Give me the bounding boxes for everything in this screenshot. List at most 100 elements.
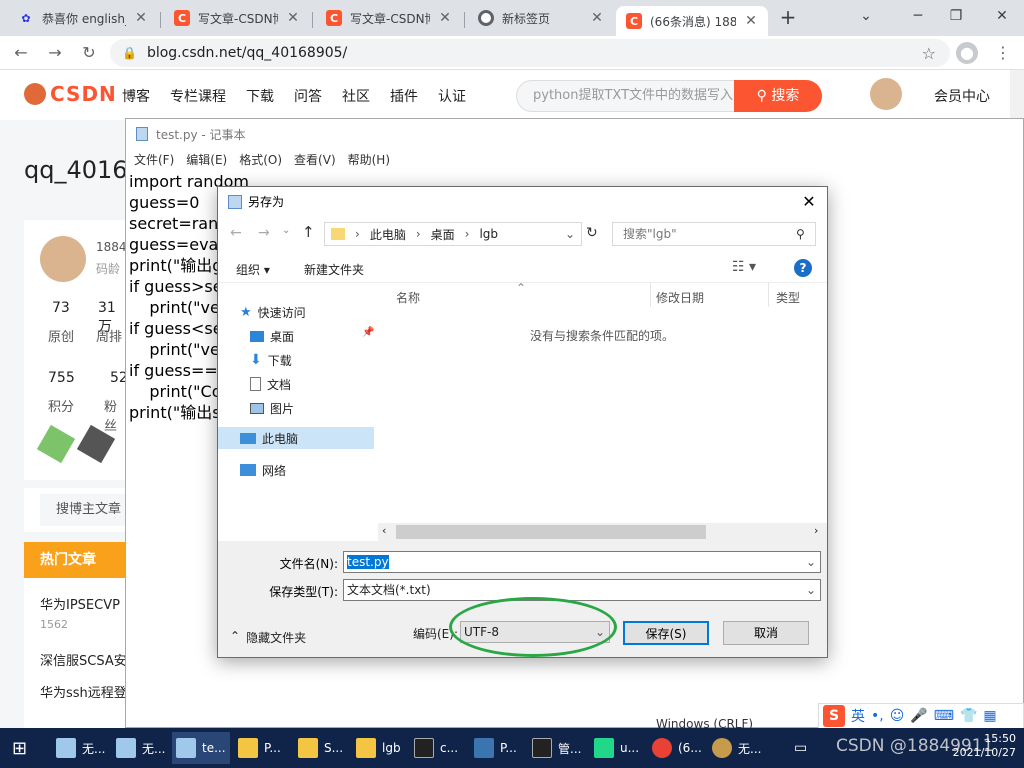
close-tab-icon[interactable]: ✕ (590, 10, 604, 26)
grid-icon[interactable]: ▦ (983, 708, 996, 724)
up-arrow-icon[interactable]: ↑ (302, 223, 315, 241)
help-icon[interactable]: ? (794, 259, 812, 277)
author-search-input[interactable]: 搜博主文章 (40, 494, 125, 526)
mic-icon[interactable]: 🎤 (910, 708, 927, 724)
minimize-button[interactable]: ─ (900, 4, 936, 28)
shirt-icon[interactable]: 👕 (960, 708, 977, 724)
hide-folders-toggle[interactable]: ⌃ 隐藏文件夹 (230, 629, 306, 646)
hot-article-link[interactable]: 华为ssh远程登 (40, 682, 127, 701)
file-list[interactable]: 名称 ⌃ 修改日期 类型 没有与搜索条件匹配的项。 (378, 281, 827, 541)
save-button[interactable]: 保存(S) (623, 621, 709, 645)
forward-button[interactable]: → (42, 40, 68, 66)
back-arrow-icon[interactable]: ← (230, 225, 242, 241)
punctuation-icon[interactable]: •, (871, 708, 884, 724)
nav-community[interactable]: 社区 (342, 86, 370, 106)
chevron-down-icon[interactable]: ⌄ (565, 227, 575, 241)
column-name[interactable]: 名称 (396, 289, 420, 306)
refresh-icon[interactable]: ↻ (586, 225, 598, 241)
browser-tab[interactable]: ✿ 恭喜你 english_ ✕ (8, 4, 158, 32)
taskbar-item[interactable]: 无... (112, 732, 165, 764)
user-avatar[interactable] (870, 78, 902, 110)
taskbar-item[interactable]: P... (234, 732, 281, 764)
nav-qa[interactable]: 问答 (294, 86, 322, 106)
hot-article-link[interactable]: 深信服SCSA安 (40, 650, 127, 669)
browser-tab[interactable]: 新标签页 ✕ (468, 4, 614, 32)
scroll-thumb[interactable] (396, 525, 706, 539)
taskbar-item[interactable]: u... (590, 732, 639, 764)
new-folder-button[interactable]: 新建文件夹 (304, 261, 364, 278)
omnibox[interactable]: 🔒 blog.csdn.net/qq_40168905/ ☆ (110, 39, 950, 67)
csdn-search-button[interactable]: ⚲ 搜索 (734, 80, 822, 112)
breadcrumb-pc[interactable]: 此电脑 (370, 226, 406, 243)
close-tab-icon[interactable]: ✕ (438, 10, 452, 26)
cancel-button[interactable]: 取消 (723, 621, 809, 645)
close-tab-icon[interactable]: ✕ (134, 10, 148, 26)
menu-format[interactable]: 格式(O) (239, 149, 282, 171)
sidebar-item-pictures[interactable]: 图片 (250, 397, 386, 419)
recent-dropdown-icon[interactable]: ⌄ (282, 225, 290, 236)
system-clock[interactable]: 15:50 2021/10/27 (953, 732, 1016, 760)
taskbar-item-active[interactable]: te... (172, 732, 230, 764)
filename-input[interactable]: test.py ⌄ (343, 551, 821, 573)
menu-edit[interactable]: 编辑(E) (186, 149, 227, 171)
profile-avatar-icon[interactable]: ● (956, 42, 978, 64)
chevron-down-icon[interactable]: ⌄ (806, 552, 816, 572)
breadcrumb-desktop[interactable]: 桌面 (431, 226, 455, 243)
hot-article-link[interactable]: 华为IPSECVP (40, 594, 120, 613)
keyboard-icon[interactable]: ⌨ (934, 708, 954, 724)
ime-mode[interactable]: 英 (851, 706, 865, 726)
taskbar-item[interactable]: (6... (648, 732, 702, 764)
browser-tab[interactable]: C 写文章-CSDN博 ✕ (316, 4, 462, 32)
menu-file[interactable]: 文件(F) (134, 149, 174, 171)
sogou-s-icon[interactable]: S (823, 705, 845, 727)
dialog-close-button[interactable]: ✕ (795, 189, 823, 215)
horizontal-scrollbar[interactable]: ‹ › (378, 523, 827, 541)
nav-course[interactable]: 专栏课程 (170, 86, 226, 106)
taskbar-item[interactable]: 无... (52, 732, 105, 764)
nav-download[interactable]: 下载 (246, 86, 274, 106)
taskbar-item[interactable]: c... (410, 732, 458, 764)
csdn-search-input[interactable]: python提取TXT文件中的数据写入 (516, 80, 736, 112)
bookmark-star-icon[interactable]: ☆ (922, 44, 936, 63)
csdn-logo[interactable]: CSDN (24, 82, 117, 106)
column-date[interactable]: 修改日期 (656, 289, 704, 306)
back-button[interactable]: ← (8, 40, 34, 66)
sidebar-item-documents[interactable]: 文档 (250, 373, 386, 395)
menu-view[interactable]: 查看(V) (294, 149, 336, 171)
chevron-down-icon[interactable]: ⌄ (806, 580, 816, 600)
taskbar-item[interactable]: P... (470, 732, 517, 764)
tab-search-icon[interactable]: ⌄ (848, 4, 884, 28)
view-options-icon[interactable]: ☷ ▾ (732, 259, 756, 275)
taskbar-item[interactable]: S... (294, 732, 343, 764)
chrome-menu-icon[interactable]: ⋮ (990, 40, 1016, 66)
task-view-icon[interactable]: ▭ (790, 732, 807, 764)
restore-button[interactable]: ❐ (938, 4, 974, 28)
start-button[interactable]: ⊞ (8, 732, 27, 764)
close-tab-icon[interactable]: ✕ (286, 10, 300, 26)
menu-help[interactable]: 帮助(H) (348, 149, 390, 171)
taskbar-item[interactable]: 无... (708, 732, 761, 764)
sidebar-item-network[interactable]: 网络 (240, 459, 376, 481)
organize-menu[interactable]: 组织 ▾ (236, 261, 270, 278)
filetype-select[interactable]: 文本文档(*.txt) ⌄ (343, 579, 821, 601)
nav-cert[interactable]: 认证 (438, 86, 466, 106)
emoji-icon[interactable]: ☺ (890, 708, 905, 724)
taskbar-item[interactable]: 管... (528, 732, 581, 764)
reload-button[interactable]: ↻ (76, 40, 102, 66)
new-tab-button[interactable]: + (776, 6, 800, 30)
browser-tab[interactable]: C 写文章-CSDN博 ✕ (164, 4, 310, 32)
nav-blog[interactable]: 博客 (122, 86, 150, 106)
sidebar-item-quick-access[interactable]: ★ 快速访问 (240, 301, 376, 323)
member-center-link[interactable]: 会员中心 (934, 86, 990, 106)
sidebar-item-downloads[interactable]: ⬇ 下载 (250, 349, 386, 371)
scroll-right-icon[interactable]: › (814, 524, 818, 537)
browser-tab-active[interactable]: C (66条消息) 188 ✕ (616, 6, 768, 36)
column-type[interactable]: 类型 (776, 289, 800, 306)
forward-arrow-icon[interactable]: → (258, 225, 270, 241)
taskbar-item[interactable]: lgb (352, 732, 401, 764)
breadcrumb-lgb[interactable]: lgb (479, 227, 498, 241)
breadcrumb[interactable]: › 此电脑 › 桌面 › lgb ⌄ (324, 222, 582, 246)
sidebar-item-this-pc[interactable]: 此电脑 (218, 427, 374, 449)
dialog-search-input[interactable]: 搜索"lgb" (612, 222, 816, 246)
scroll-left-icon[interactable]: ‹ (382, 524, 386, 537)
